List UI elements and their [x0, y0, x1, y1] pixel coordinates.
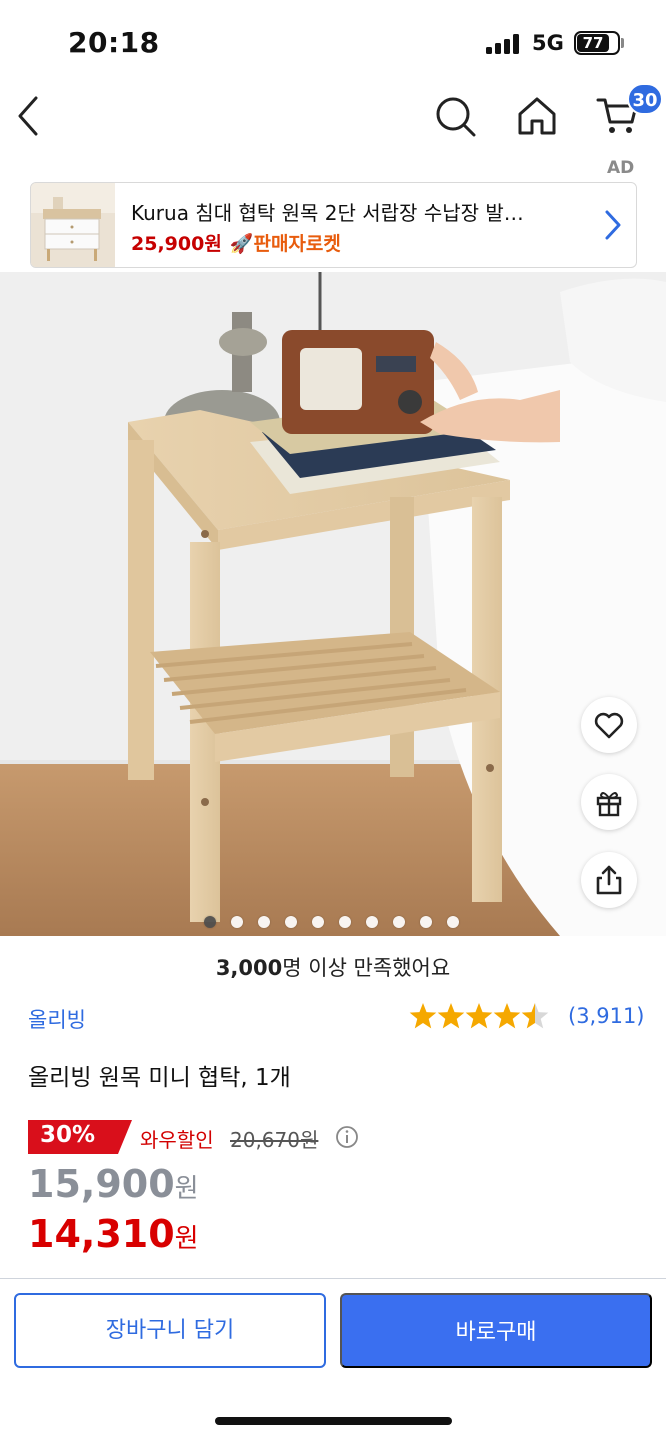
battery-cap [621, 38, 624, 48]
product-title: 올리빙 원목 미니 협탁, 1개 [28, 1065, 291, 1091]
star-icon [493, 1003, 521, 1029]
share-icon [596, 865, 622, 895]
star-icon [409, 1003, 437, 1029]
gift-icon [596, 792, 622, 817]
star-rating[interactable] [408, 1002, 564, 1032]
battery-level: 77 [582, 34, 604, 52]
pagination-dot[interactable] [447, 916, 459, 928]
star-icon [437, 1003, 465, 1029]
back-icon[interactable] [12, 94, 44, 138]
status-bar: 20:18 5G 77 [0, 0, 666, 80]
ad-product-thumbnail [31, 183, 115, 267]
pagination-dot[interactable] [285, 916, 297, 928]
pagination-dot[interactable] [312, 916, 324, 928]
network-type: 5G [532, 31, 564, 55]
ad-price: 25,900원 [131, 233, 222, 255]
home-icon[interactable] [516, 94, 558, 138]
original-price: 20,670원 [230, 1128, 319, 1152]
satisfaction-suffix: 명 이상 만족했어요 [282, 956, 451, 980]
brand-link[interactable]: 올리빙 [28, 1004, 86, 1034]
ad-banner[interactable]: Kurua 침대 협탁 원목 2단 서랍장 수납장 발… 25,900원 🚀판매자… [30, 182, 637, 268]
buy-now-button[interactable]: 바로구매 [340, 1293, 652, 1368]
pagination-dot[interactable] [366, 916, 378, 928]
seller-rocket-badge: 🚀판매자로켓 [229, 233, 341, 255]
wow-discount-label: 와우할인 [140, 1128, 214, 1152]
home-indicator [215, 1417, 452, 1425]
pagination-dot[interactable] [231, 916, 243, 928]
wow-price-currency: 원 [174, 1224, 199, 1254]
gift-button[interactable] [581, 774, 637, 830]
top-navigation [0, 80, 666, 156]
star-icon [521, 1003, 549, 1029]
chevron-right-icon[interactable] [604, 209, 622, 241]
battery-icon: 77 [574, 31, 620, 55]
status-time: 20:18 [68, 26, 160, 59]
heart-icon [594, 712, 624, 739]
pagination-dot[interactable] [393, 916, 405, 928]
search-icon[interactable] [434, 95, 478, 139]
cart-count-badge[interactable]: 30 [627, 83, 663, 115]
review-count[interactable]: (3,911) [568, 1004, 645, 1028]
add-to-cart-button[interactable]: 장바구니 담기 [14, 1293, 326, 1368]
ad-title: Kurua 침대 협탁 원목 2단 서랍장 수납장 발… [131, 201, 524, 225]
pagination-dot[interactable] [204, 916, 216, 928]
satisfaction-text: 3,000명 이상 만족했어요 [0, 952, 666, 982]
wow-price: 14,310원 [28, 1212, 199, 1256]
sale-price-value: 15,900 [28, 1162, 175, 1206]
wishlist-button[interactable] [581, 697, 637, 753]
ad-price-row: 25,900원 🚀판매자로켓 [131, 229, 341, 256]
pagination-dot[interactable] [339, 916, 351, 928]
satisfaction-count: 3,000 [215, 956, 283, 980]
discount-percent: 30% [40, 1122, 96, 1148]
share-button[interactable] [581, 852, 637, 908]
sale-price: 15,900원 [28, 1162, 199, 1206]
ad-label: AD [607, 158, 635, 178]
pagination-dot[interactable] [420, 916, 432, 928]
sale-price-currency: 원 [174, 1174, 199, 1204]
product-image[interactable] [0, 272, 666, 936]
wow-price-value: 14,310 [28, 1212, 175, 1256]
pagination-dot[interactable] [258, 916, 270, 928]
image-pagination [0, 914, 666, 930]
info-icon[interactable] [335, 1125, 359, 1149]
signal-icon [486, 34, 522, 54]
star-icon [465, 1003, 493, 1029]
